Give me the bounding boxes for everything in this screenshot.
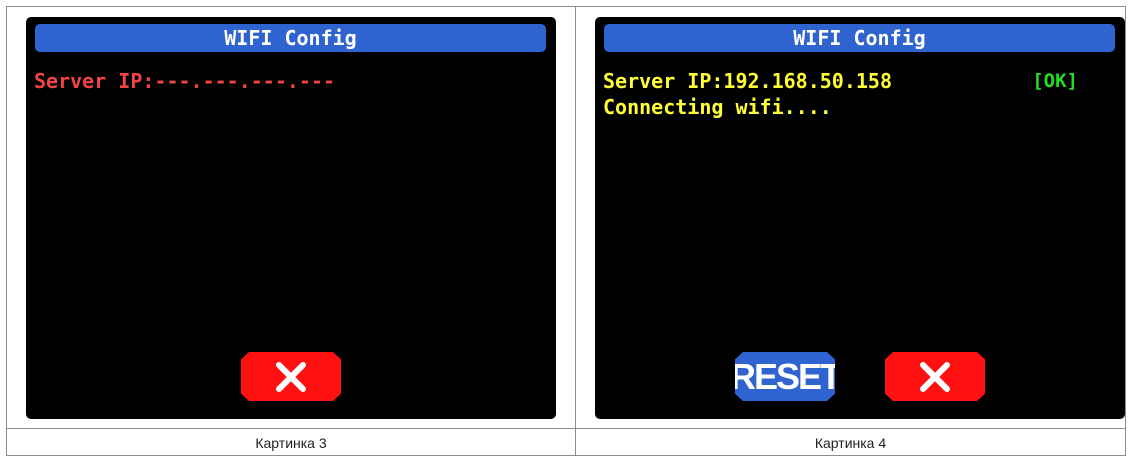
server-ip-line: Server IP:192.168.50.158 xyxy=(603,69,892,93)
title-bar: WIFI Config xyxy=(35,24,546,52)
caption-right: Картинка 4 xyxy=(814,435,887,451)
connecting-line: Connecting wifi.... xyxy=(603,95,832,119)
panel-left: WIFI Config Server IP:---.---.---.--- xyxy=(7,7,575,428)
server-ip-line: Server IP:---.---.---.--- xyxy=(34,69,336,93)
device-screen: WIFI Config Server IP:192.168.50.158 [OK… xyxy=(595,17,1125,419)
device-screen: WIFI Config Server IP:---.---.---.--- xyxy=(26,17,556,419)
close-button[interactable] xyxy=(885,352,985,401)
x-icon xyxy=(276,361,306,392)
title-bar: WIFI Config xyxy=(604,24,1115,52)
reset-button[interactable]: RESET xyxy=(735,352,835,401)
caption-left: Картинка 3 xyxy=(255,435,327,451)
x-icon xyxy=(920,361,950,392)
panel-right: WIFI Config Server IP:192.168.50.158 [OK… xyxy=(576,7,1125,428)
screenshot-comparison-table: WIFI Config Server IP:---.---.---.--- WI… xyxy=(6,6,1126,456)
ok-status: [OK] xyxy=(1032,70,1078,92)
close-button[interactable] xyxy=(241,352,341,401)
